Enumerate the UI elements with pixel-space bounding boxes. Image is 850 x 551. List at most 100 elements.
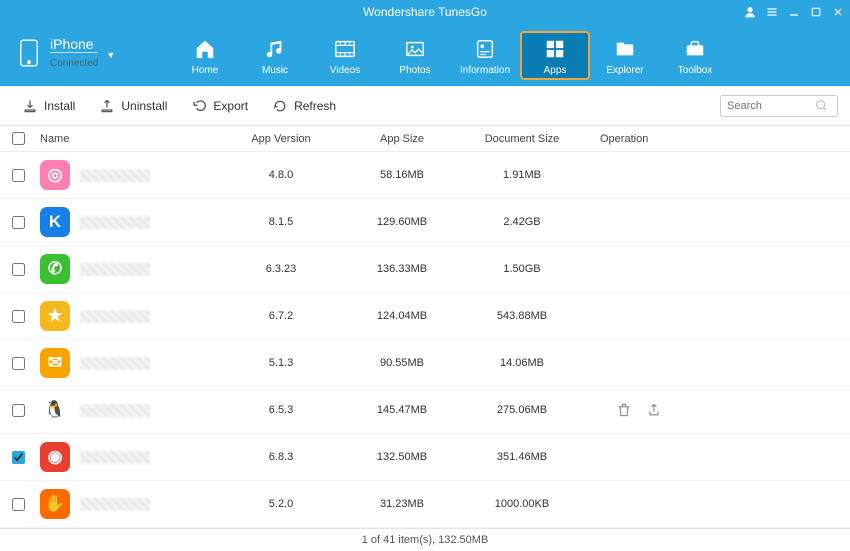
row-checkbox[interactable] [12,310,25,323]
row-checkbox[interactable] [12,498,25,511]
app-size: 90.55MB [342,357,462,369]
app-icon: ✉ [40,348,70,378]
app-size: 124.04MB [342,310,462,322]
column-headers: Name App Version App Size Document Size … [0,126,850,152]
maximize-icon[interactable] [810,6,822,18]
row-ops [582,402,850,418]
doc-size: 351.46MB [462,451,582,463]
app-size: 136.33MB [342,263,462,275]
user-icon[interactable] [744,6,756,18]
doc-size: 275.06MB [462,404,582,416]
titlebar: Wondershare TunesGo [0,0,850,24]
table-row[interactable]: ✋5.2.031.23MB1000.00KB [0,481,850,528]
doc-size: 14.06MB [462,357,582,369]
tab-home[interactable]: Home [170,31,240,80]
search-box[interactable] [720,95,838,117]
table-row[interactable]: ✉ 5.1.390.55MB14.06MB [0,340,850,387]
table-row[interactable]: 🐧 6.5.3145.47MB275.06MB [0,387,850,434]
toolbar: Install Uninstall Export Refresh [0,86,850,126]
app-name-blurred [80,310,150,323]
device-name: iPhone [50,36,98,52]
information-icon [473,37,497,61]
export-icon[interactable] [646,402,662,418]
music-icon [263,37,287,61]
tab-label: Photos [399,65,430,76]
col-version[interactable]: App Version [220,133,342,145]
refresh-button[interactable]: Refresh [262,94,346,118]
col-docsize[interactable]: Document Size [462,133,582,145]
app-size: 129.60MB [342,216,462,228]
app-size: 145.47MB [342,404,462,416]
device-selector[interactable]: iPhone Connected ▼ [0,36,140,74]
tab-information[interactable]: Information [450,31,520,80]
table-row[interactable]: ◉6.8.3132.50MB351.46MB [0,434,850,481]
table-row[interactable]: ★ 6.7.2124.04MB543.88MB [0,293,850,340]
uninstall-button[interactable]: Uninstall [89,94,177,118]
tab-label: Apps [544,65,567,76]
doc-size: 543.88MB [462,310,582,322]
table-row[interactable]: ◎4.8.058.16MB1.91MB [0,152,850,199]
tab-photos[interactable]: Photos [380,31,450,80]
doc-size: 1000.00KB [462,498,582,510]
col-appsize[interactable]: App Size [342,133,462,145]
row-checkbox[interactable] [12,357,25,370]
explorer-icon [613,37,637,61]
navbar: iPhone Connected ▼ Home Music Videos Photos… [0,24,850,86]
table-row[interactable]: ✆6.3.23136.33MB1.50GB [0,246,850,293]
row-checkbox[interactable] [12,451,25,464]
search-input[interactable] [727,100,815,112]
close-icon[interactable] [832,6,844,18]
app-version: 5.1.3 [220,357,342,369]
install-button[interactable]: Install [12,94,85,118]
row-checkbox[interactable] [12,404,25,417]
app-version: 4.8.0 [220,169,342,181]
app-name-blurred [80,263,150,276]
doc-size: 1.91MB [462,169,582,181]
app-icon: ★ [40,301,70,331]
app-title: Wondershare TunesGo [363,5,487,19]
tab-videos[interactable]: Videos [310,31,380,80]
app-icon: 🐧 [40,395,70,425]
tab-toolbox[interactable]: Toolbox [660,31,730,80]
row-checkbox[interactable] [12,169,25,182]
app-version: 6.8.3 [220,451,342,463]
app-list: ◎4.8.058.16MB1.91MBK8.1.5129.60MB2.42GB✆… [0,152,850,528]
toolbox-icon [683,37,707,61]
apps-icon [543,37,567,61]
row-checkbox[interactable] [12,216,25,229]
tab-music[interactable]: Music [240,31,310,80]
tab-explorer[interactable]: Explorer [590,31,660,80]
app-icon: ✋ [40,489,70,519]
col-name[interactable]: Name [36,133,220,145]
app-icon: K [40,207,70,237]
device-status: Connected [50,52,98,74]
table-row[interactable]: K8.1.5129.60MB2.42GB [0,199,850,246]
tab-apps[interactable]: Apps [520,31,590,80]
menu-icon[interactable] [766,6,778,18]
export-button[interactable]: Export [181,94,258,118]
photos-icon [403,37,427,61]
row-checkbox[interactable] [12,263,25,276]
tab-label: Home [192,65,219,76]
app-name-blurred [80,498,150,511]
select-all-checkbox[interactable] [12,132,25,145]
col-operation: Operation [582,133,838,145]
app-name-blurred [80,451,150,464]
minimize-icon[interactable] [788,6,800,18]
app-name-blurred [80,404,150,417]
app-name-blurred [80,357,150,370]
app-version: 6.5.3 [220,404,342,416]
app-icon: ✆ [40,254,70,284]
chevron-down-icon: ▼ [106,50,115,60]
app-size: 58.16MB [342,169,462,181]
delete-icon[interactable] [616,402,632,418]
app-version: 6.7.2 [220,310,342,322]
app-version: 8.1.5 [220,216,342,228]
tab-label: Toolbox [678,65,712,76]
tab-label: Information [460,65,510,76]
tab-label: Explorer [606,65,643,76]
app-size: 132.50MB [342,451,462,463]
videos-icon [333,37,357,61]
phone-icon [18,38,40,73]
tab-label: Videos [330,65,360,76]
